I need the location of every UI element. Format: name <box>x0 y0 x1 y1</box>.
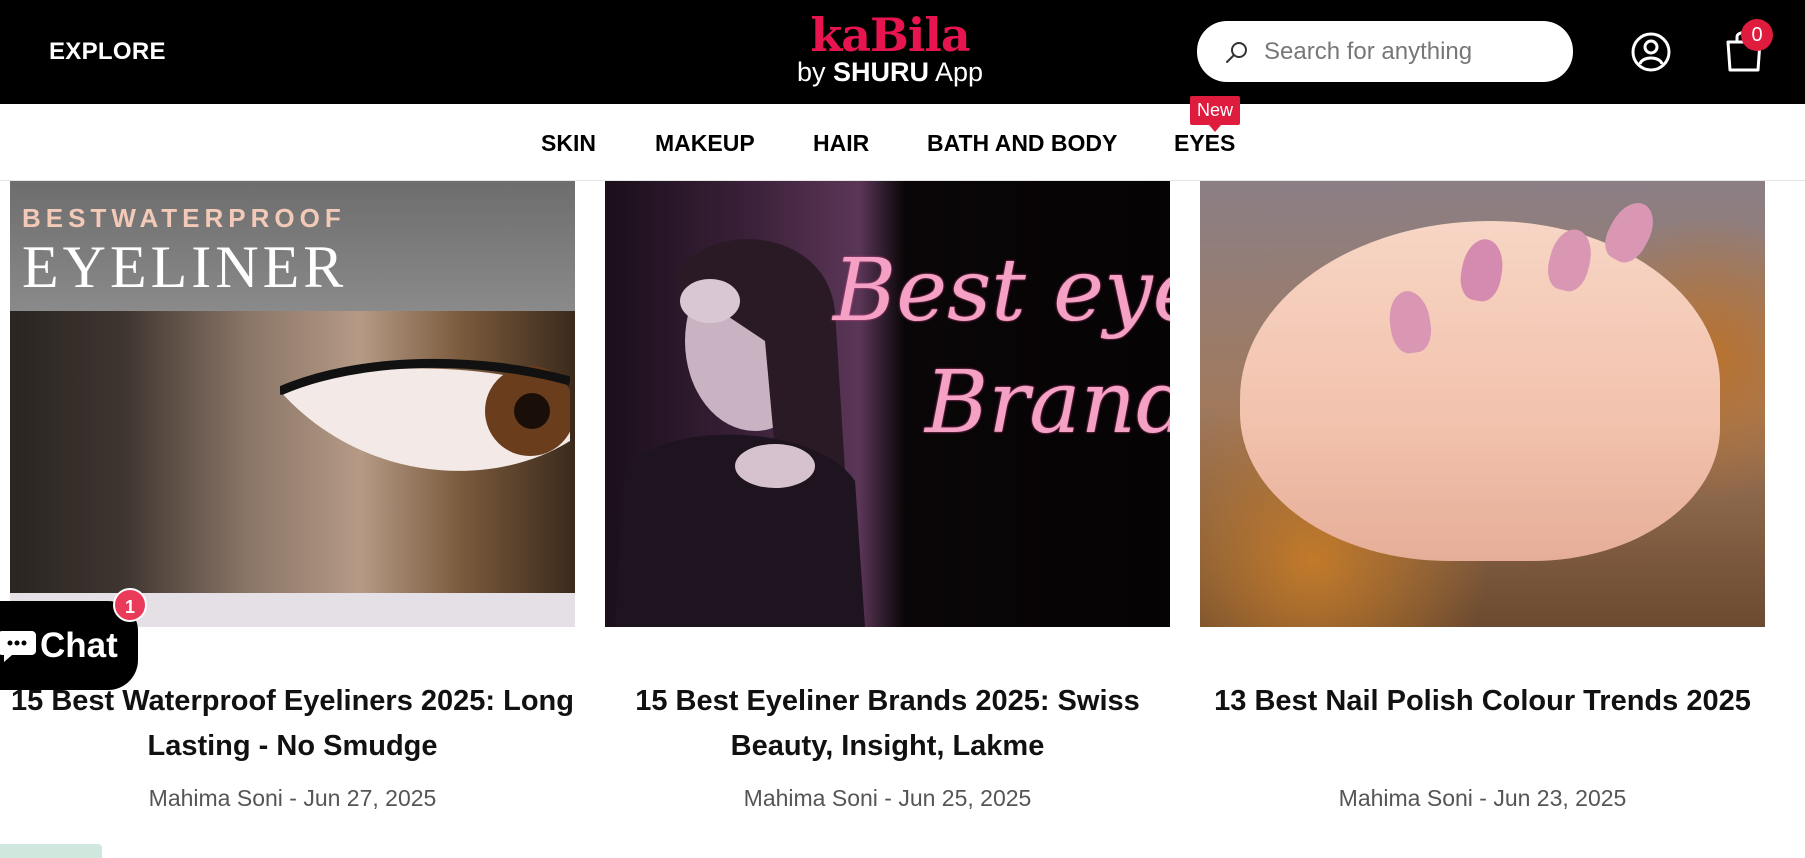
logo-brand: SHURU <box>832 57 929 87</box>
logo-wordmark: kaBila <box>810 8 970 62</box>
search-icon <box>1226 41 1247 63</box>
article-meta: Mahima Soni - Jun 25, 2025 <box>743 785 1032 811</box>
chat-label: Chat <box>40 626 118 665</box>
chat-notification-badge: 1 <box>113 588 147 622</box>
explore-menu-button[interactable]: EXPLORE <box>49 38 166 66</box>
logo-subtitle: by SHURU App <box>790 58 990 86</box>
new-badge: New <box>1190 96 1240 132</box>
category-nav: SKIN MAKEUP HAIR BATH AND BODY EYES <box>0 104 1805 181</box>
nav-item-makeup[interactable]: MAKEUP <box>655 130 755 157</box>
model-silhouette <box>615 239 865 627</box>
site-logo[interactable]: kaBila by SHURU App <box>790 10 990 94</box>
article-card-3[interactable]: 13 Best Nail Polish Colour Trends 2025 M… <box>1200 181 1765 811</box>
article-title[interactable]: 13 Best Nail Polish Colour Trends 2025 <box>1200 679 1765 724</box>
logo-app: App <box>935 57 984 87</box>
article-meta: Mahima Soni - Jun 27, 2025 <box>148 785 437 811</box>
corner-tag <box>0 844 102 858</box>
article-title[interactable]: 15 Best Eyeliner Brands 2025: Swiss Beau… <box>605 679 1170 769</box>
image-script-line-1: Best eyeli <box>833 241 1170 341</box>
article-card-2[interactable]: Best eyeli Brands 15 Best Eyeliner Brand… <box>605 181 1170 811</box>
article-card-1[interactable]: BESTWATERPROOF EYELINER 15 Best Waterpro… <box>10 181 575 811</box>
nav-item-bath-and-body[interactable]: BATH AND BODY <box>927 130 1117 157</box>
search-bar[interactable] <box>1197 21 1573 82</box>
logo-by: by <box>796 57 826 87</box>
cart-count-badge: 0 <box>1741 19 1773 51</box>
image-text-big: EYELINER <box>22 234 348 300</box>
article-image-eyeliner-brands[interactable]: Best eyeli Brands <box>605 181 1170 627</box>
article-image-waterproof-eyeliner[interactable]: BESTWATERPROOF EYELINER <box>10 181 575 627</box>
nav-item-skin[interactable]: SKIN <box>541 130 596 157</box>
image-script-line-2: Brands <box>925 353 1170 453</box>
nav-item-eyes[interactable]: EYES <box>1174 130 1235 157</box>
article-image-nail-polish[interactable] <box>1200 181 1765 627</box>
chat-bubble-icon <box>0 631 36 662</box>
image-text-small: BESTWATERPROOF <box>22 203 346 233</box>
account-icon[interactable] <box>1629 30 1673 74</box>
article-meta: Mahima Soni - Jun 23, 2025 <box>1338 785 1627 811</box>
top-header: EXPLORE kaBila by SHURU App 0 <box>0 0 1805 104</box>
eye-graphic <box>280 358 570 471</box>
nav-item-hair[interactable]: HAIR <box>813 130 869 157</box>
article-title[interactable]: 15 Best Waterproof Eyeliners 2025: Long … <box>10 679 575 769</box>
search-input[interactable] <box>1264 37 1554 66</box>
